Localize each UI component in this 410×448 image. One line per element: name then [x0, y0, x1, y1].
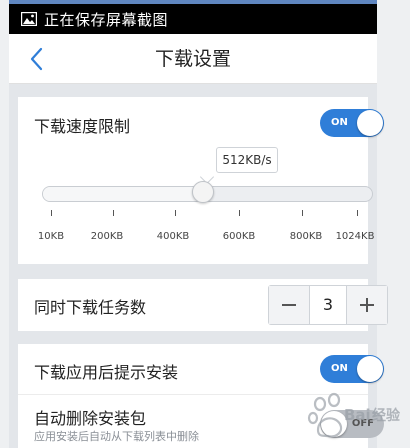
install-options-card: 下载应用后提示安装 ON 自动删除安装包 应用安装后自动从下载列表中删除 OFF	[18, 344, 384, 448]
slider-tick	[239, 210, 240, 216]
decrement-button[interactable]	[269, 286, 309, 324]
quantity-stepper: 3	[268, 285, 388, 325]
slider-tick	[357, 210, 358, 216]
status-bar: 正在保存屏幕截图	[9, 4, 377, 34]
row-divider	[18, 394, 368, 395]
speed-slider-thumb[interactable]	[191, 181, 214, 203]
install-prompt-toggle[interactable]: ON	[320, 355, 384, 383]
speed-limit-toggle[interactable]: ON	[320, 109, 384, 137]
install-prompt-label: 下载应用后提示安装	[34, 363, 179, 382]
minus-icon	[282, 304, 296, 306]
toggle-state-label: ON	[331, 117, 348, 128]
plus-icon	[360, 298, 374, 312]
toggle-state-label: ON	[331, 363, 348, 374]
auto-delete-toggle[interactable]: OFF	[320, 410, 384, 438]
toggle-knob	[357, 356, 383, 382]
concurrent-downloads-card: 同时下载任务数 3	[18, 279, 388, 331]
speed-value-bubble: 512KB/s	[216, 147, 278, 173]
increment-button[interactable]	[347, 286, 387, 324]
toggle-knob	[357, 110, 383, 136]
tick-label-1024kb: 1024KB	[335, 231, 375, 242]
page-title: 下载设置	[154, 48, 231, 70]
slider-tick	[175, 210, 176, 216]
tick-label-800kb: 800KB	[289, 231, 323, 242]
speed-limit-label: 下载速度限制	[34, 117, 131, 136]
tick-label-200kb: 200KB	[90, 231, 124, 242]
speed-limit-card: 下载速度限制 ON 512KB/s 10KB 200KB 400KB 600KB…	[18, 97, 384, 264]
tick-label-600kb: 600KB	[222, 231, 256, 242]
right-edge	[377, 0, 410, 448]
screenshot-frame: 正在保存屏幕截图 下载设置 下载速度限制 ON 512KB/s 10KB 200…	[0, 0, 410, 448]
status-text: 正在保存屏幕截图	[44, 10, 169, 29]
image-icon	[21, 12, 37, 26]
concurrent-downloads-label: 同时下载任务数	[34, 298, 147, 317]
tick-label-10kb: 10KB	[37, 231, 65, 242]
toggle-knob	[321, 411, 347, 437]
auto-delete-sublabel: 应用安装后自动从下载列表中删除	[34, 430, 199, 443]
slider-tick	[302, 210, 303, 216]
speed-slider-fill	[43, 187, 209, 201]
toggle-state-label: OFF	[351, 418, 374, 429]
navigation-bar: 下载设置	[9, 34, 377, 84]
tick-label-400kb: 400KB	[156, 231, 190, 242]
auto-delete-label: 自动删除安装包	[34, 409, 147, 428]
task-count-value[interactable]: 3	[309, 286, 347, 324]
slider-tick	[113, 210, 114, 216]
slider-tick	[51, 210, 52, 216]
left-edge	[0, 0, 9, 448]
